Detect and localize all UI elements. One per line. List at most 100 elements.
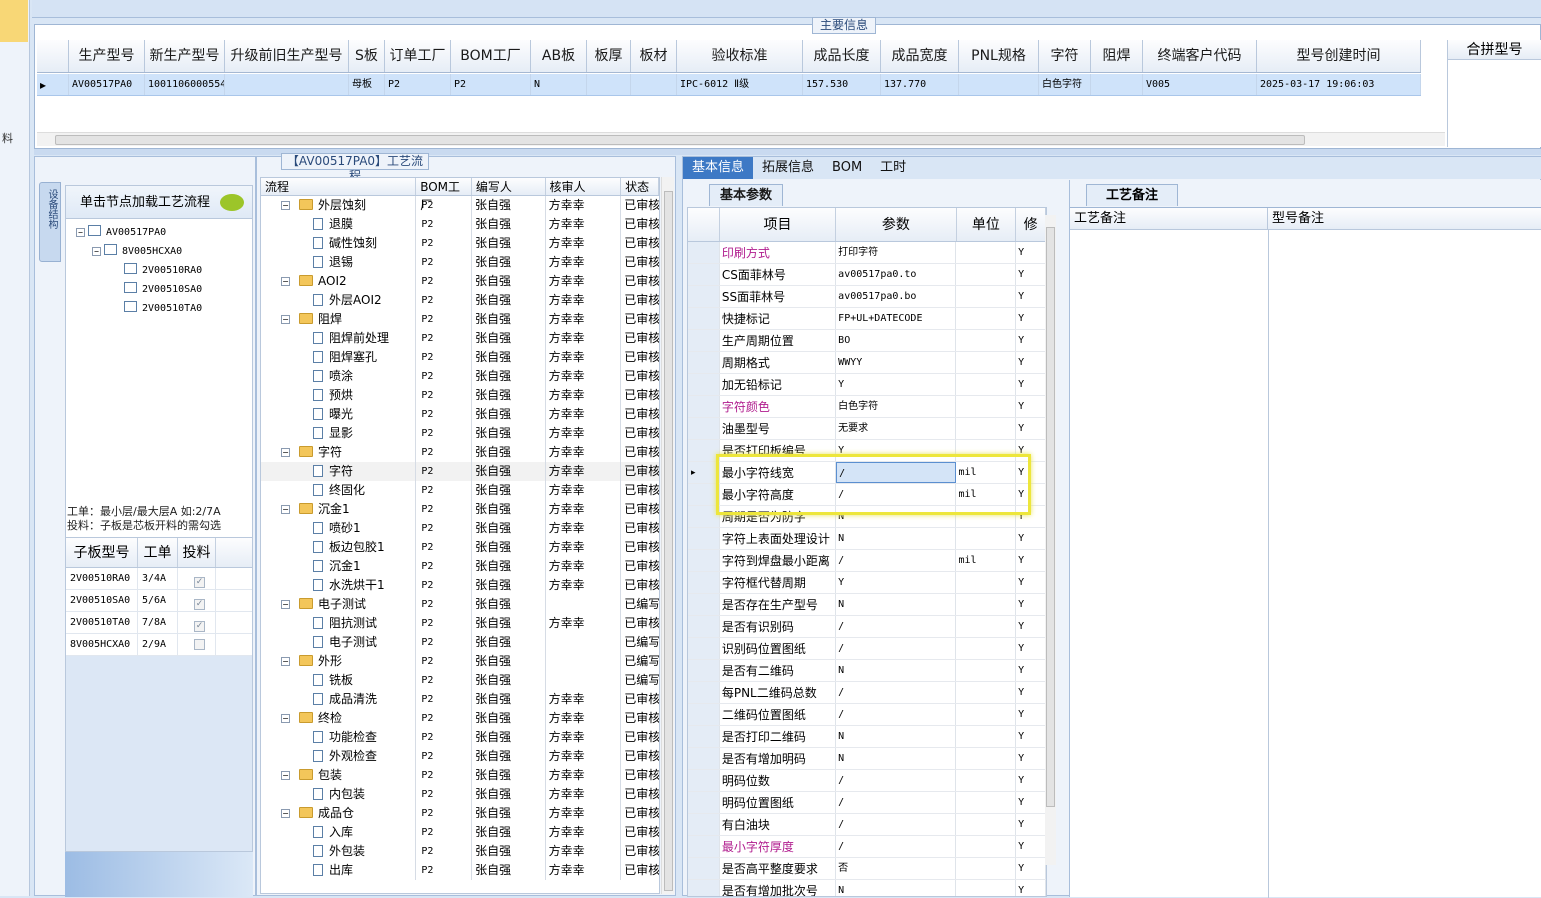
feed-checkbox[interactable]: ✓ — [194, 577, 205, 588]
process-row[interactable]: − 字符 P2 张自强 方幸幸 已审核 — [261, 443, 659, 462]
tree-node[interactable]: − AV00517PA0 — [76, 224, 166, 242]
tab-process-notes[interactable]: 工艺备注 — [1086, 184, 1178, 206]
params-vertical-scrollbar[interactable] — [1045, 215, 1056, 865]
sub-col-header[interactable]: 子板型号 — [66, 538, 138, 567]
process-row[interactable]: 出库 P2 张自强 方幸幸 已审核 — [261, 861, 659, 880]
param-value[interactable]: 白色字符 — [836, 396, 957, 417]
process-row[interactable]: − 电子测试 P2 张自强 已编写 — [261, 595, 659, 614]
main-col-header[interactable]: 字符 — [1039, 40, 1091, 72]
main-col-header[interactable]: PNL规格 — [959, 40, 1039, 72]
process-row[interactable]: 功能检查 P2 张自强 方幸幸 已审核 — [261, 728, 659, 747]
tree-node[interactable]: − 8V005HCXA0 — [92, 243, 182, 261]
param-row[interactable]: 印刷方式 打印字符 Y — [688, 242, 1046, 264]
process-row[interactable]: 显影 P2 张自强 方幸幸 已审核 — [261, 424, 659, 443]
param-value[interactable]: N — [836, 748, 957, 769]
param-row[interactable]: 是否打印二维码 N Y — [688, 726, 1046, 748]
param-row[interactable]: 最小字符高度 / mil Y — [688, 484, 1046, 506]
main-cell[interactable] — [631, 74, 677, 95]
collapse-icon[interactable]: − — [281, 315, 290, 324]
main-cell[interactable] — [959, 74, 1039, 95]
param-row[interactable]: 油墨型号 无要求 Y — [688, 418, 1046, 440]
detail-tab[interactable]: BOM — [823, 157, 871, 179]
param-row[interactable]: SS面菲林号 av00517pa0.bo Y — [688, 286, 1046, 308]
process-col-header[interactable]: 状态 — [621, 178, 659, 195]
sub-col-header[interactable]: 投料 — [178, 538, 216, 567]
dock-tab[interactable] — [0, 0, 28, 42]
param-row[interactable]: 字符上表面处理设计 N Y — [688, 528, 1046, 550]
main-col-header[interactable]: BOM工厂 — [451, 40, 531, 72]
main-col-header[interactable]: 生产型号 — [69, 40, 145, 72]
main-cell[interactable]: AV00517PA0 — [69, 74, 145, 95]
vertical-tab-structure[interactable]: 设备结构 — [39, 182, 61, 262]
param-value[interactable]: / — [836, 638, 957, 659]
tree-node[interactable]: 2V00510SA0 — [124, 281, 202, 299]
process-row[interactable]: − 包装 P2 张自强 方幸幸 已审核 — [261, 766, 659, 785]
process-col-header[interactable]: 流程 — [261, 178, 417, 195]
main-cell[interactable] — [225, 74, 349, 95]
process-row[interactable]: 内包装 P2 张自强 方幸幸 已审核 — [261, 785, 659, 804]
main-cell[interactable]: 白色字符 — [1039, 74, 1091, 95]
param-value[interactable]: N — [836, 506, 957, 527]
process-row[interactable]: − 外形 P2 张自强 已编写 — [261, 652, 659, 671]
param-row[interactable]: 明码位置图纸 / Y — [688, 792, 1046, 814]
param-value[interactable]: av00517pa0.bo — [836, 286, 957, 307]
main-col-header[interactable]: 新生产型号 — [145, 40, 225, 72]
process-row[interactable]: 碱性蚀刻 P2 张自强 方幸幸 已审核 — [261, 234, 659, 253]
process-row[interactable]: 终固化 P2 张自强 方幸幸 已审核 — [261, 481, 659, 500]
param-value[interactable]: / — [836, 836, 957, 857]
scroll-thumb[interactable] — [664, 191, 673, 891]
param-row[interactable]: 每PNL二维码总数 / Y — [688, 682, 1046, 704]
param-row[interactable]: 周期是否为防字 N Y — [688, 506, 1046, 528]
sub-col-header[interactable]: 工单 — [138, 538, 178, 567]
param-value[interactable]: / — [836, 704, 957, 725]
param-row[interactable]: ▸ 最小字符线宽 / mil Y — [688, 462, 1046, 484]
chat-bubble-icon[interactable] — [220, 194, 244, 211]
param-value[interactable]: N — [836, 660, 957, 681]
main-col-header[interactable]: 型号创建时间 — [1257, 40, 1421, 72]
main-col-header[interactable]: 板材 — [631, 40, 677, 72]
main-cell[interactable]: IPC-6012 Ⅱ级 — [677, 74, 803, 95]
param-value[interactable]: / — [836, 484, 957, 505]
param-value[interactable]: av00517pa0.to — [836, 264, 957, 285]
param-col-header[interactable]: 项目 — [720, 208, 837, 241]
main-col-header[interactable]: 成品长度 — [803, 40, 881, 72]
main-cell[interactable]: P2 — [451, 74, 531, 95]
process-row[interactable]: 退锡 P2 张自强 方幸幸 已审核 — [261, 253, 659, 272]
param-value[interactable]: FP+UL+DATECODE — [836, 308, 957, 329]
collapse-icon[interactable]: − — [92, 247, 101, 256]
param-row[interactable]: 生产周期位置 BO Y — [688, 330, 1046, 352]
param-row[interactable]: 快捷标记 FP+UL+DATECODE Y — [688, 308, 1046, 330]
param-col-header[interactable]: 修 — [1016, 208, 1046, 241]
collapse-icon[interactable]: − — [281, 505, 290, 514]
param-row[interactable]: 是否存在生产型号 N Y — [688, 594, 1046, 616]
main-cell[interactable]: 母板 — [349, 74, 385, 95]
param-value[interactable]: / — [836, 550, 957, 571]
collapse-icon[interactable]: − — [281, 201, 290, 210]
param-row[interactable]: 字符框代替周期 Y Y — [688, 572, 1046, 594]
process-row[interactable]: 板边包胶1 P2 张自强 方幸幸 已审核 — [261, 538, 659, 557]
main-cell[interactable] — [1091, 74, 1143, 95]
process-row[interactable]: 曝光 P2 张自强 方幸幸 已审核 — [261, 405, 659, 424]
param-row[interactable]: 是否有二维码 N Y — [688, 660, 1046, 682]
param-row[interactable]: CS面菲林号 av00517pa0.to Y — [688, 264, 1046, 286]
collapse-icon[interactable]: − — [281, 657, 290, 666]
tree-node[interactable]: 2V00510TA0 — [124, 300, 202, 318]
process-row[interactable]: 喷涂 P2 张自强 方幸幸 已审核 — [261, 367, 659, 386]
process-col-header[interactable]: 编写人 — [472, 178, 546, 195]
process-row[interactable]: 入库 P2 张自强 方幸幸 已审核 — [261, 823, 659, 842]
param-value[interactable]: / — [836, 682, 957, 703]
detail-tab[interactable]: 拓展信息 — [753, 157, 823, 179]
feed-checkbox[interactable]: ✓ — [194, 621, 205, 632]
param-row[interactable]: 是否打印板编号 Y Y — [688, 440, 1046, 462]
process-row[interactable]: 外包装 P2 张自强 方幸幸 已审核 — [261, 842, 659, 861]
collapse-icon[interactable]: − — [281, 600, 290, 609]
param-value[interactable]: N — [836, 528, 957, 549]
main-cell[interactable]: 10011060005542 — [145, 74, 225, 95]
main-col-header[interactable]: S板 — [349, 40, 385, 72]
param-value[interactable]: Y — [836, 374, 957, 395]
main-col-header[interactable]: 阻焊 — [1091, 40, 1143, 72]
process-row[interactable]: 退膜 P2 张自强 方幸幸 已审核 — [261, 215, 659, 234]
process-row[interactable]: 喷砂1 P2 张自强 方幸幸 已审核 — [261, 519, 659, 538]
process-row[interactable]: 阻焊前处理 P2 张自强 方幸幸 已审核 — [261, 329, 659, 348]
param-value[interactable]: / — [836, 770, 957, 791]
